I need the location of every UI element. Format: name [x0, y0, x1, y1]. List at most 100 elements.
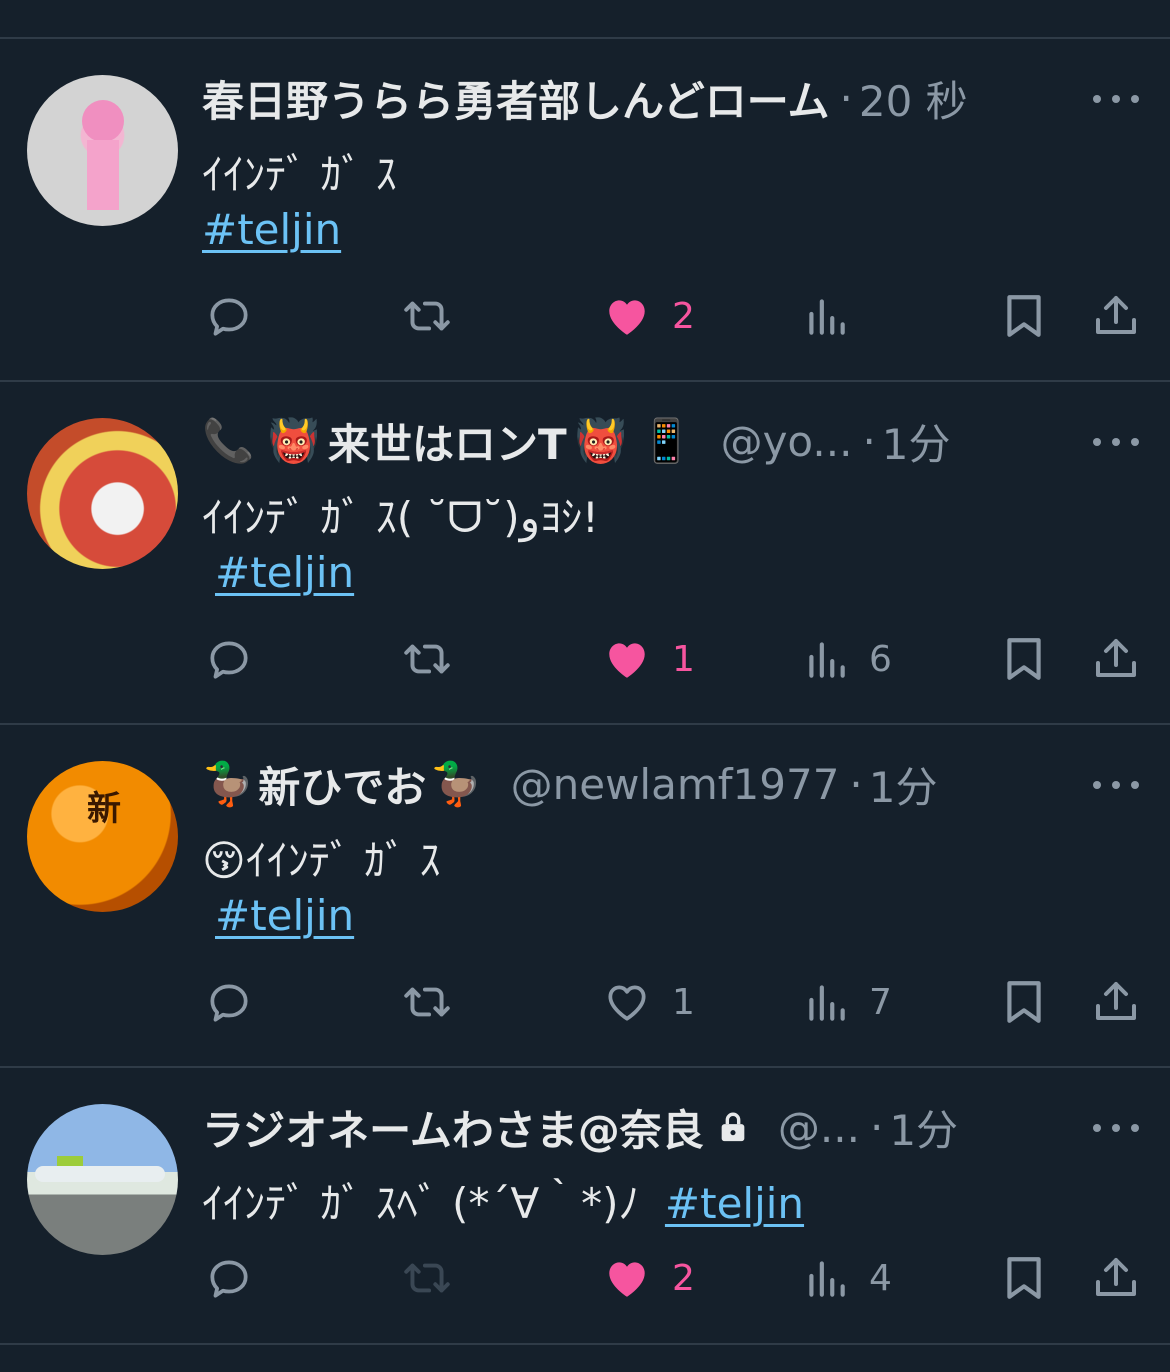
tweet[interactable]: 新 🦆 新ひでお 🦆 @newlamf1977 · 1分 😚ｲｲﾝﾃﾞ ｶﾞ ｽ…	[0, 725, 1170, 1066]
bookmark-button[interactable]	[1001, 977, 1047, 1027]
timestamp[interactable]: 1分	[882, 411, 951, 472]
views-icon	[809, 642, 845, 678]
hashtag-link[interactable]: #teljin	[665, 1179, 804, 1228]
views-button[interactable]	[803, 291, 849, 341]
like-count: 1	[672, 638, 695, 680]
timestamp[interactable]: 1分	[889, 1097, 958, 1158]
share-button[interactable]	[1092, 634, 1140, 684]
reply-button[interactable]	[204, 291, 254, 341]
views-button[interactable]: 6	[803, 634, 892, 684]
like-button[interactable]: 1	[602, 977, 695, 1027]
like-count: 2	[672, 295, 695, 337]
tweet-header: 春日野うらら勇者部しんどローム · 20 秒	[202, 67, 968, 129]
share-button[interactable]	[1092, 977, 1140, 1027]
tweet-hashtag-line: #teljin	[202, 205, 341, 254]
retweet-icon	[404, 987, 450, 1017]
bookmark-button[interactable]	[1001, 634, 1047, 684]
views-icon	[809, 1261, 845, 1297]
reply-icon	[210, 298, 248, 336]
reply-icon	[210, 984, 248, 1022]
share-icon	[1096, 296, 1136, 334]
views-count: 4	[869, 1257, 892, 1299]
tweet-hashtag-line: #teljin	[215, 891, 354, 940]
more-icon[interactable]	[1093, 775, 1139, 795]
name-prefix-emoji: 🦆	[202, 759, 255, 808]
display-name[interactable]: ラジオネームわさま@奈良	[202, 1097, 704, 1158]
tweet-text-line: 😚ｲｲﾝﾃﾞ ｶﾞ ｽ	[202, 827, 441, 888]
name-suffix-emoji: 👹 📱	[574, 416, 693, 465]
reply-button[interactable]	[204, 1253, 254, 1303]
bookmark-icon	[1007, 295, 1041, 337]
tweet-text: ｲｲﾝﾃﾞ ｶﾞ ｽﾍﾞ (*´∀｀*)ﾉ	[202, 1179, 640, 1228]
avatar[interactable]	[27, 75, 178, 226]
bookmark-button[interactable]	[1001, 291, 1047, 341]
heart-icon	[608, 985, 646, 1021]
reply-icon	[210, 1260, 248, 1298]
like-button[interactable]: 1	[602, 634, 695, 684]
retweet-button[interactable]	[400, 977, 454, 1027]
views-icon	[809, 299, 845, 335]
views-button[interactable]: 4	[803, 1253, 892, 1303]
avatar[interactable]	[27, 418, 178, 569]
user-handle[interactable]: @...	[778, 1103, 860, 1152]
user-handle[interactable]: @newlamf1977	[511, 760, 840, 809]
name-suffix-emoji: 🦆	[430, 759, 483, 808]
reply-button[interactable]	[204, 977, 254, 1027]
more-icon[interactable]	[1093, 432, 1139, 452]
share-icon	[1096, 639, 1136, 677]
views-button[interactable]: 7	[803, 977, 892, 1027]
retweet-icon	[404, 1263, 450, 1293]
text-emoji: 😚	[202, 836, 246, 885]
retweet-button[interactable]	[400, 291, 454, 341]
share-button[interactable]	[1092, 1253, 1140, 1303]
tweet-text: ｲｲﾝﾃﾞ ｶﾞ ｽ	[202, 150, 397, 199]
timestamp[interactable]: 20 秒	[859, 68, 968, 129]
reply-icon	[210, 641, 248, 679]
separator-dot: ·	[839, 73, 853, 123]
retweet-icon	[404, 301, 450, 331]
tweet[interactable]: 春日野うらら勇者部しんどローム · 20 秒 ｲｲﾝﾃﾞ ｶﾞ ｽ #telji…	[0, 39, 1170, 380]
like-button[interactable]: 2	[602, 291, 695, 341]
tweet[interactable]: 📞 👹 来世はロンT 👹 📱 @yo... · 1分 ｲｲﾝﾃﾞ ｶﾞ ｽ( ˘…	[0, 382, 1170, 723]
heart-icon	[609, 643, 645, 678]
timestamp[interactable]: 1分	[869, 754, 938, 815]
tweet-header: 🦆 新ひでお 🦆 @newlamf1977 · 1分	[202, 753, 938, 815]
name-prefix-emoji: 📞 👹	[202, 416, 320, 465]
display-name[interactable]: 春日野うらら勇者部しんどローム	[202, 68, 829, 129]
display-name[interactable]: 新ひでお	[258, 754, 426, 815]
reply-button[interactable]	[204, 634, 254, 684]
heart-icon	[609, 1262, 645, 1297]
bookmark-button[interactable]	[1001, 1253, 1047, 1303]
like-count: 2	[672, 1257, 695, 1299]
user-handle[interactable]: @yo...	[721, 417, 853, 466]
more-icon[interactable]	[1093, 1118, 1139, 1138]
like-count: 1	[672, 981, 695, 1023]
avatar[interactable]	[27, 1104, 178, 1255]
tweet[interactable]: ラジオネームわさま@奈良 @... · 1分 ｲｲﾝﾃﾞ ｶﾞ ｽﾍﾞ (*´∀…	[0, 1068, 1170, 1343]
views-icon	[809, 985, 845, 1021]
tweet-text: ｲｲﾝﾃﾞ ｶﾞ ｽ( ˘ᗜ˘)ﻭﾖｼ!	[202, 493, 599, 542]
tweet-hashtag-line: #teljin	[215, 548, 354, 597]
display-name[interactable]: 来世はロンT	[328, 411, 567, 472]
like-button[interactable]: 2	[602, 1253, 695, 1303]
hashtag-link[interactable]: #teljin	[202, 205, 341, 254]
retweet-button[interactable]	[400, 634, 454, 684]
bookmark-icon	[1007, 638, 1041, 680]
share-button[interactable]	[1092, 291, 1140, 341]
retweet-icon	[404, 644, 450, 674]
views-count: 6	[869, 638, 892, 680]
bookmark-icon	[1007, 981, 1041, 1023]
more-icon[interactable]	[1093, 89, 1139, 109]
retweet-button-disabled	[400, 1253, 454, 1303]
bookmark-icon	[1007, 1257, 1041, 1299]
separator-dot: ·	[849, 759, 863, 809]
tweet-text-line: ｲｲﾝﾃﾞ ｶﾞ ｽﾍﾞ (*´∀｀*)ﾉ #teljin	[202, 1170, 804, 1231]
hashtag-link[interactable]: #teljin	[215, 891, 354, 940]
share-icon	[1096, 982, 1136, 1020]
avatar[interactable]: 新	[27, 761, 178, 912]
tweet-text: ｲｲﾝﾃﾞ ｶﾞ ｽ	[245, 836, 441, 885]
divider	[0, 1343, 1170, 1345]
hashtag-link[interactable]: #teljin	[215, 548, 354, 597]
tweet-header: 📞 👹 来世はロンT 👹 📱 @yo... · 1分	[202, 410, 951, 472]
separator-dot: ·	[862, 416, 876, 466]
